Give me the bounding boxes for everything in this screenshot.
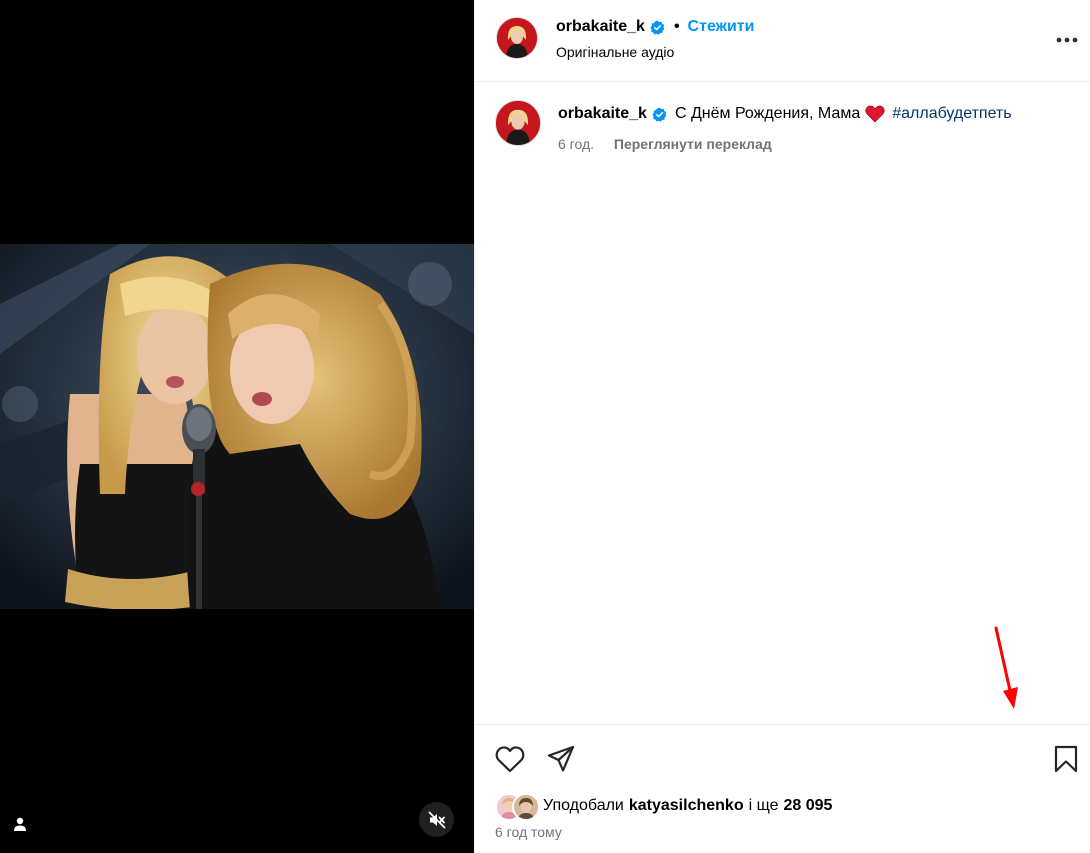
mute-toggle-button[interactable] <box>419 802 454 837</box>
share-button[interactable] <box>547 745 575 773</box>
liker-username[interactable]: katyasilchenko <box>629 797 744 815</box>
speaker-muted-icon <box>428 811 446 829</box>
likes-summary: Уподобали katyasilchenko і ще 28 095 <box>495 793 832 821</box>
more-options-button[interactable] <box>1053 30 1081 50</box>
caption-time[interactable]: 6 год. <box>558 136 594 152</box>
red-arrow-annotation <box>994 626 1018 709</box>
post-details-panel: orbakaite_k • Стежити Оригінальне аудіо <box>474 0 1090 853</box>
liker-avatars <box>495 793 540 821</box>
video-player[interactable] <box>0 0 474 853</box>
separator-dot: • <box>673 18 680 35</box>
hashtag-link[interactable]: #аллабудетпеть <box>892 105 1011 123</box>
follow-button[interactable]: Стежити <box>688 18 755 36</box>
likes-prefix: Уподобали <box>543 797 624 814</box>
video-frame[interactable] <box>0 244 474 609</box>
likes-connector: і ще <box>748 797 779 814</box>
verified-badge-icon <box>650 20 665 35</box>
red-heart-emoji-icon <box>865 105 885 123</box>
save-button[interactable] <box>1053 745 1079 773</box>
caption-text: С Днём Рождения, Мама <box>674 105 861 122</box>
more-horizontal-icon <box>1056 37 1078 43</box>
author-avatar[interactable] <box>496 17 538 59</box>
post-actions-bar <box>475 724 1090 784</box>
author-username[interactable]: orbakaite_k <box>556 18 645 36</box>
post-header: orbakaite_k • Стежити Оригінальне аудіо <box>475 0 1090 82</box>
heart-outline-icon <box>495 745 525 773</box>
likes-count[interactable]: 28 095 <box>783 797 832 815</box>
like-button[interactable] <box>495 745 525 773</box>
post-timestamp[interactable]: 6 год тому <box>495 824 562 840</box>
video-still-image <box>0 244 474 609</box>
verified-badge-icon <box>652 107 667 122</box>
caption-author-avatar[interactable] <box>495 100 541 146</box>
user-tag-icon <box>12 816 28 832</box>
bookmark-icon <box>1053 745 1079 773</box>
see-translation-button[interactable]: Переглянути переклад <box>614 136 772 152</box>
caption-username[interactable]: orbakaite_k <box>558 105 647 123</box>
original-audio-link[interactable]: Оригінальне аудіо <box>556 44 674 60</box>
paper-plane-icon <box>547 745 575 773</box>
user-tag-button[interactable] <box>8 812 32 836</box>
liker-avatar[interactable] <box>512 793 540 821</box>
